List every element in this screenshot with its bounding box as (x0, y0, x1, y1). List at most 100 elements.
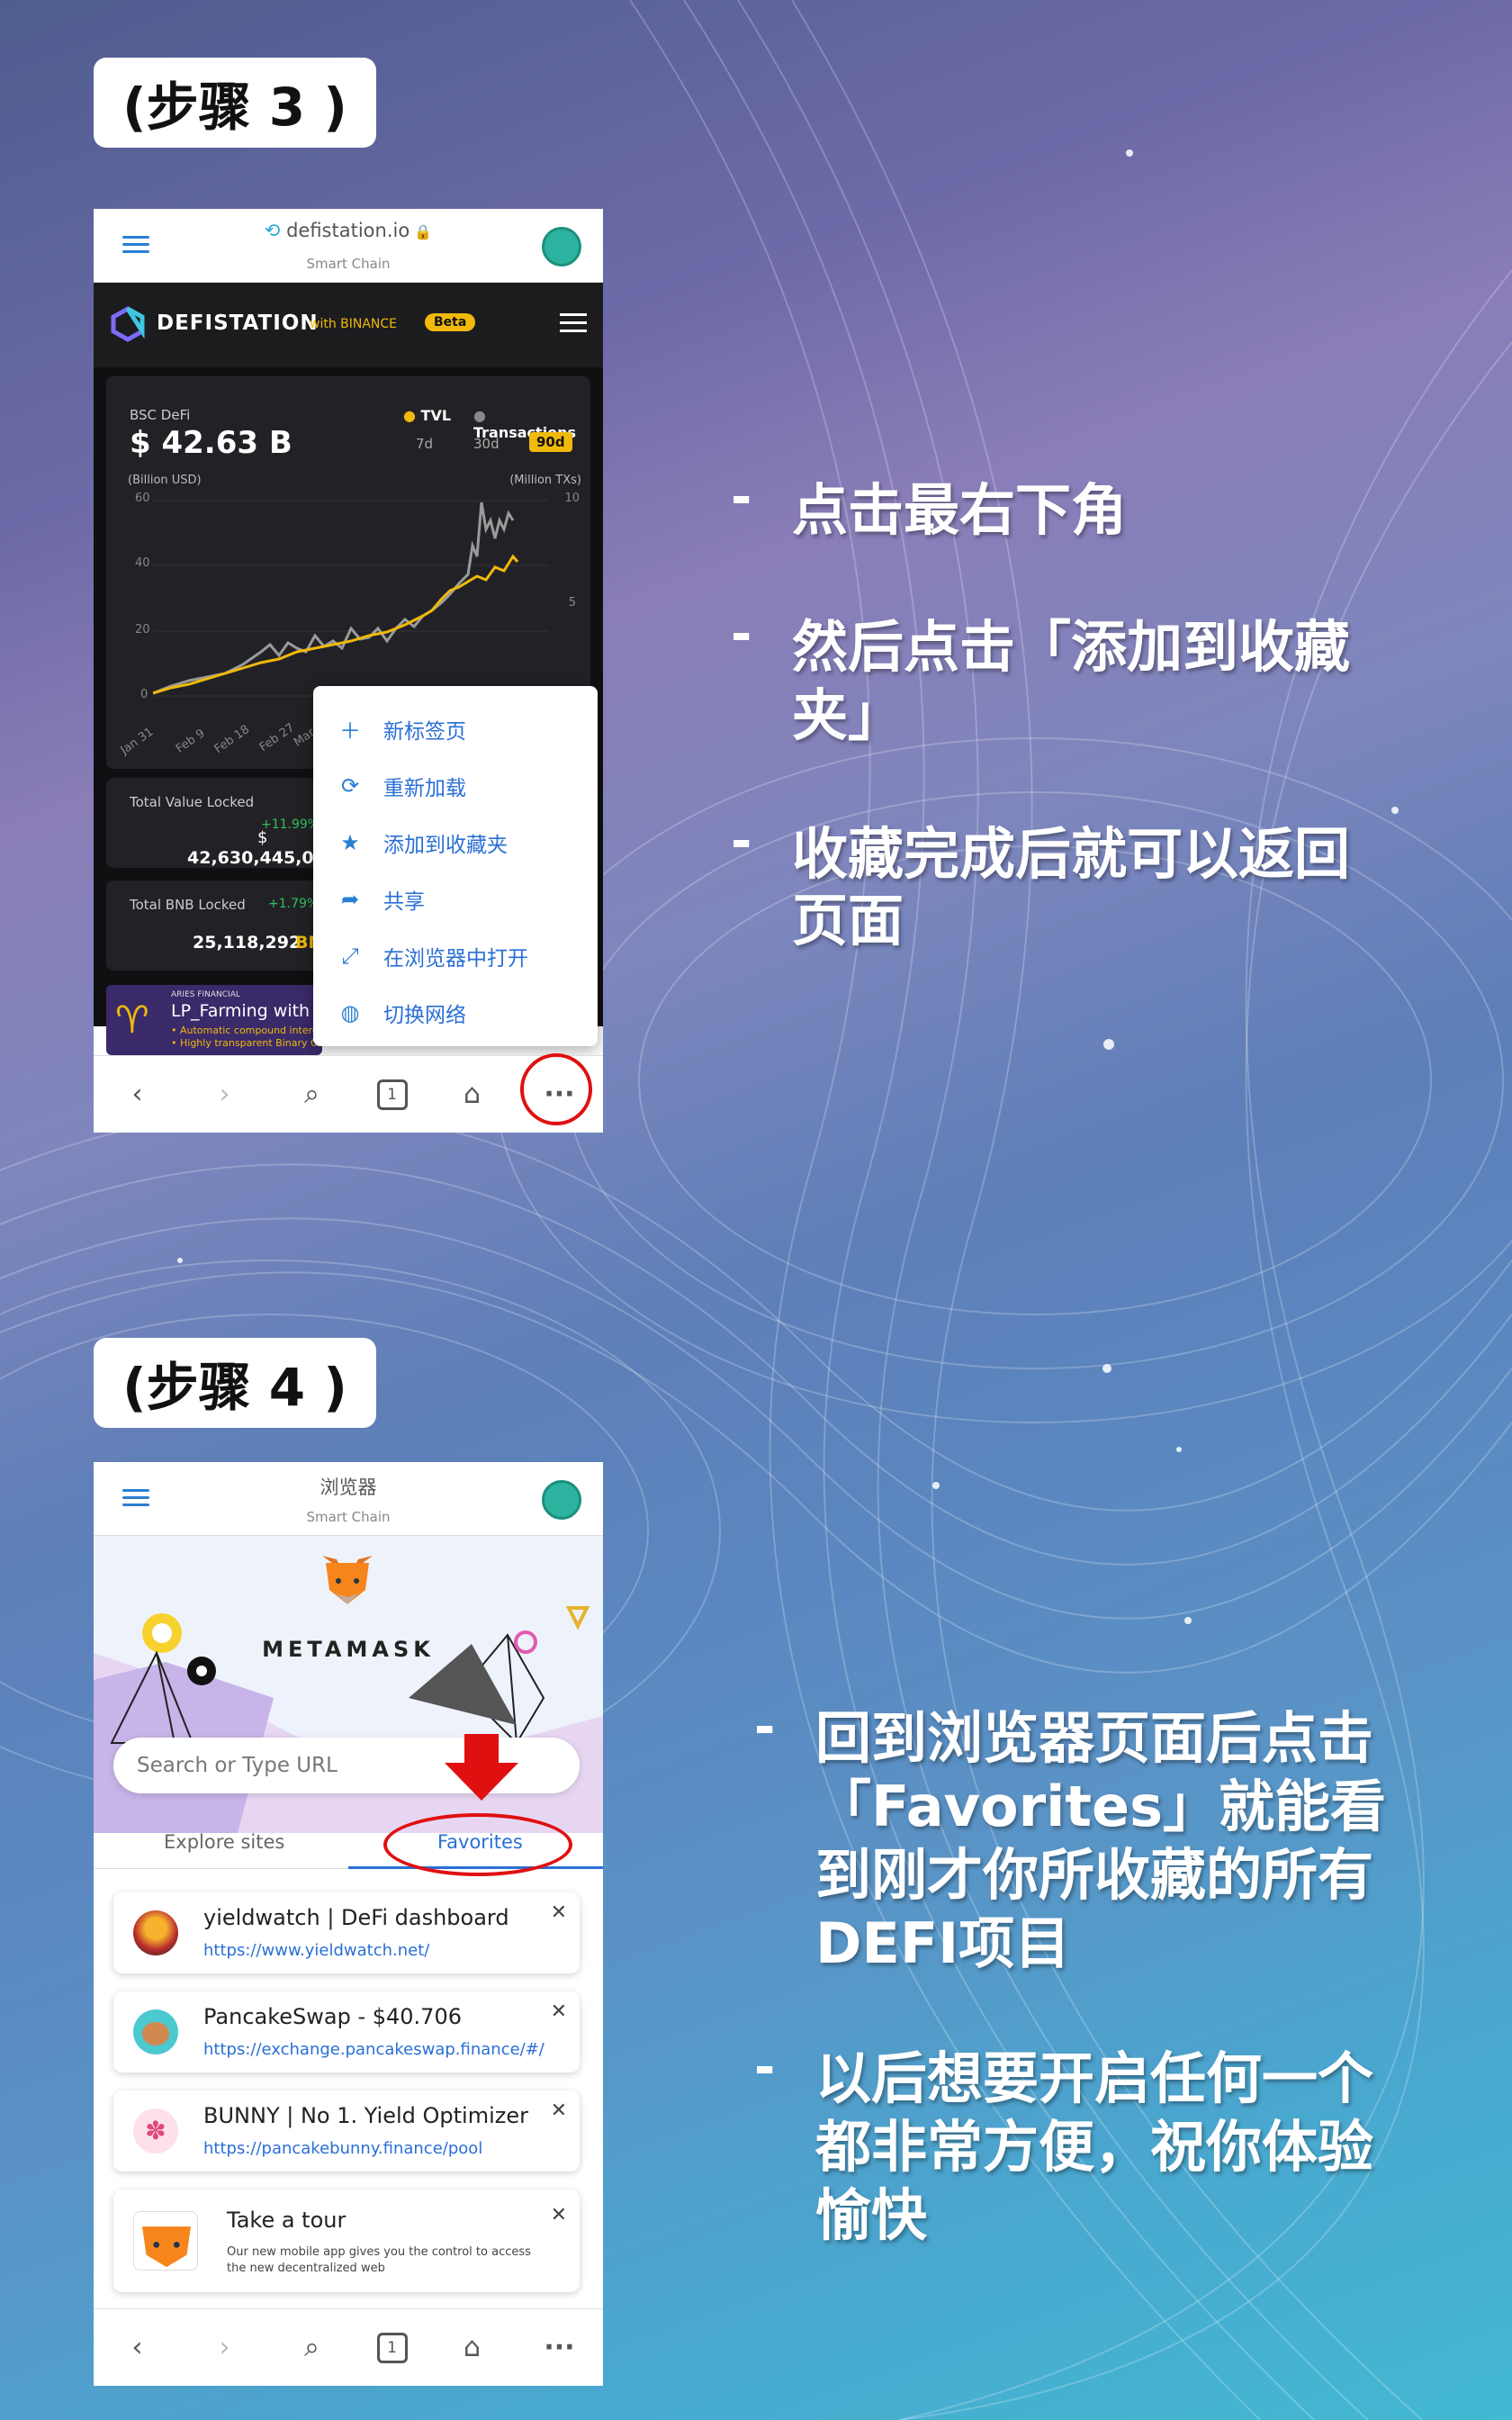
favorite-item-yieldwatch[interactable]: yieldwatch | DeFi dashboard https://www.… (113, 1892, 580, 1973)
menu-item-label: 切换网络 (383, 1003, 466, 1027)
lock-icon: 🔒 (410, 223, 433, 240)
favorite-url[interactable]: https://www.yieldwatch.net/ (203, 1941, 545, 1960)
phone-screenshot-step3: ⟲ defistation.io 🔒 Smart Chain DEFISTATI… (94, 209, 603, 1133)
red-down-arrow-icon (445, 1734, 518, 1801)
x-tick: Feb 9 (173, 727, 208, 756)
range-30d[interactable]: 30d (473, 436, 500, 452)
tab-explore-sites[interactable]: Explore sites (164, 1831, 284, 1853)
bnb-card-value: 25,118,292 (193, 933, 302, 953)
tvl-series-line (153, 554, 519, 695)
close-tour-icon[interactable]: ✕ (551, 2204, 567, 2226)
tabs-button[interactable]: 1 (376, 2332, 408, 2363)
menu-item-open-in-browser[interactable]: ⤢ 在浏览器中打开 (313, 927, 598, 984)
range-90d[interactable]: 90d (529, 432, 572, 452)
address-url[interactable]: ⟲ defistation.io 🔒 (94, 220, 603, 241)
aries-ad-banner[interactable]: ♈ ARIES FINANCIAL LP_Farming with • Auto… (106, 985, 322, 1055)
metamask-wordmark: METAMASK (262, 1637, 435, 1662)
bunny-icon: ✽ (133, 2108, 178, 2154)
globe-icon: ◍ (340, 999, 360, 1025)
site-menu-icon[interactable] (560, 313, 587, 338)
browser-topbar: ⟲ defistation.io 🔒 Smart Chain (94, 209, 603, 283)
remove-favorite-icon[interactable]: ✕ (551, 2000, 567, 2023)
menu-item-add-favorite[interactable]: ★ 添加到收藏夹 (313, 814, 598, 871)
tvl-card-label: Total Value Locked (130, 794, 255, 810)
left-axis-unit: (Billion USD) (128, 474, 202, 487)
refresh-icon: ⟳ (340, 772, 360, 799)
instruction-text: 愉快 (815, 2182, 928, 2248)
take-a-tour-card[interactable]: Take a tour Our new mobile app gives you… (113, 2190, 580, 2292)
home-icon[interactable]: ⌂ (450, 2325, 495, 2370)
left-tick: 60 (135, 492, 150, 505)
instruction-text: DEFI项目 (815, 1910, 1071, 1976)
legend-tvl: ● TVL (403, 407, 452, 424)
menu-item-new-tab[interactable]: ＋ 新标签页 (313, 700, 598, 757)
menu-item-label: 新标签页 (383, 719, 466, 744)
tour-fox-icon (133, 2211, 198, 2271)
x-tick: Jan 31 (118, 725, 157, 758)
tabs-button[interactable]: 1 (376, 1079, 408, 1110)
bnb-card-change: +1.79% (268, 897, 320, 911)
bsc-defi-label: BSC DeFi (130, 407, 191, 423)
bullet-dash: - (754, 1698, 776, 1756)
menu-item-reload[interactable]: ⟳ 重新加载 (313, 757, 598, 814)
favorite-item-bunny[interactable]: ✽ BUNNY | No 1. Yield Optimizer https://… (113, 2090, 580, 2172)
favorite-title: yieldwatch | DeFi dashboard (203, 1905, 509, 1930)
step-3-label: (步骤 3 ) (94, 58, 376, 148)
favorite-url[interactable]: https://pancakebunny.finance/pool (203, 2139, 545, 2158)
tvl-card-dollar: $ (257, 828, 268, 847)
bullet-dash: - (731, 605, 752, 664)
ad-brand: ARIES FINANCIAL (171, 990, 240, 999)
bnb-card-label: Total BNB Locked (130, 897, 246, 913)
aries-logo-icon: ♈ (115, 998, 149, 1042)
favorite-item-pancakeswap[interactable]: PancakeSwap - $40.706 https://exchange.p… (113, 1991, 580, 2072)
favorite-title: BUNNY | No 1. Yield Optimizer (203, 2103, 528, 2128)
bullet-dash: - (731, 468, 752, 527)
menu-item-share[interactable]: ➦ 共享 (313, 871, 598, 927)
phone-screenshot-step4: 浏览器 Smart Chain METAMASK Search or Type … (94, 1462, 603, 2386)
tour-title: Take a tour (227, 2208, 346, 2233)
tvl-card-value: 42,630,445,01 (187, 848, 326, 868)
home-icon[interactable]: ⌂ (450, 1072, 495, 1117)
ad-line: • Automatic compound intere (171, 1025, 319, 1036)
right-tick: 10 (564, 492, 580, 505)
favorite-url[interactable]: https://exchange.pancakeswap.finance/#/.… (203, 2040, 545, 2059)
browser-bottom-nav: ‹ › ⌕ 1 ⌂ ··· (94, 2308, 603, 2386)
browser-title: 浏览器 (320, 1476, 377, 1498)
plus-icon: ＋ (339, 718, 361, 744)
site-title[interactable]: DEFISTATION (157, 312, 319, 335)
search-placeholder: Search or Type URL (137, 1754, 338, 1777)
left-tick: 0 (140, 688, 148, 701)
defistation-favicon-icon: ⟲ (264, 220, 287, 241)
remove-favorite-icon[interactable]: ✕ (551, 1901, 567, 1924)
forward-icon[interactable]: › (202, 1072, 248, 1117)
range-7d[interactable]: 7d (416, 436, 433, 452)
menu-item-label: 在浏览器中打开 (383, 946, 528, 971)
search-icon[interactable]: ⌕ (290, 2325, 335, 2370)
menu-item-label: 添加到收藏夹 (383, 833, 508, 857)
instruction-text: 点击最右下角 (792, 477, 1128, 543)
favorite-title: PancakeSwap - $40.706 (203, 2004, 462, 2029)
forward-icon[interactable]: › (202, 2325, 248, 2370)
instruction-text: 页面 (792, 888, 904, 953)
account-avatar[interactable] (542, 1480, 581, 1520)
left-tick: 20 (135, 623, 150, 637)
remove-favorite-icon[interactable]: ✕ (551, 2099, 567, 2122)
tour-description: Our new mobile app gives you the control… (227, 2245, 531, 2259)
tvl-value: $ 42.63 B (130, 425, 292, 461)
highlight-circle-more-button (520, 1053, 592, 1125)
tvl-line-chart (153, 500, 549, 697)
account-avatar[interactable] (542, 227, 581, 266)
site-with-binance: with BINANCE (310, 317, 398, 331)
menu-item-label: 重新加载 (383, 776, 466, 800)
back-icon[interactable]: ‹ (115, 1072, 160, 1117)
pancakeswap-icon (133, 2009, 178, 2054)
instruction-text: 夹」 (792, 682, 904, 748)
more-options-icon[interactable]: ··· (537, 2325, 582, 2370)
menu-item-switch-network[interactable]: ◍ 切换网络 (313, 984, 598, 1041)
back-icon[interactable]: ‹ (115, 2325, 160, 2370)
search-icon[interactable]: ⌕ (290, 1072, 335, 1117)
bullet-dash: - (754, 2038, 776, 2097)
menu-item-label: 共享 (383, 889, 425, 914)
ad-line: • Highly transparent Binary O (171, 1037, 319, 1049)
right-tick: 5 (568, 596, 576, 610)
